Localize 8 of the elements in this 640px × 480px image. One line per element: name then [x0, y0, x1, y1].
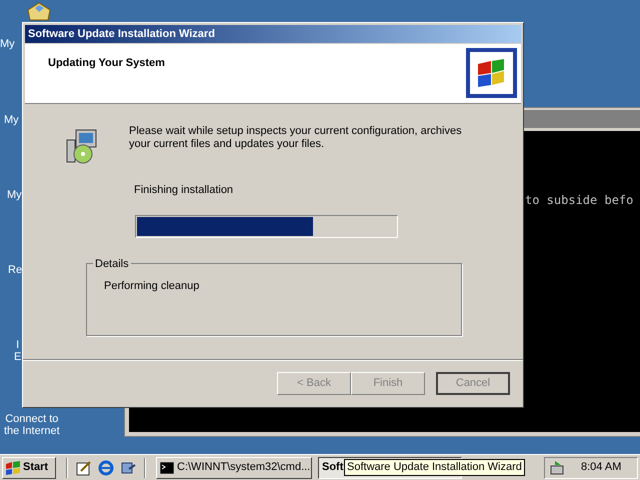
clock: 8:04 AM — [581, 460, 622, 476]
details-text: Performing cleanup — [104, 279, 200, 294]
tooltip: Software Update Installation Wizard — [344, 459, 525, 476]
window-title: Software Update Installation Wizard — [28, 26, 215, 42]
console-text: to subside befo — [525, 192, 634, 209]
page-heading: Updating Your System — [48, 56, 165, 71]
status-text: Finishing installation — [134, 183, 234, 198]
instruction-text: Please wait while setup inspects your current configuration, archives your current files and updates your files. — [129, 125, 463, 151]
